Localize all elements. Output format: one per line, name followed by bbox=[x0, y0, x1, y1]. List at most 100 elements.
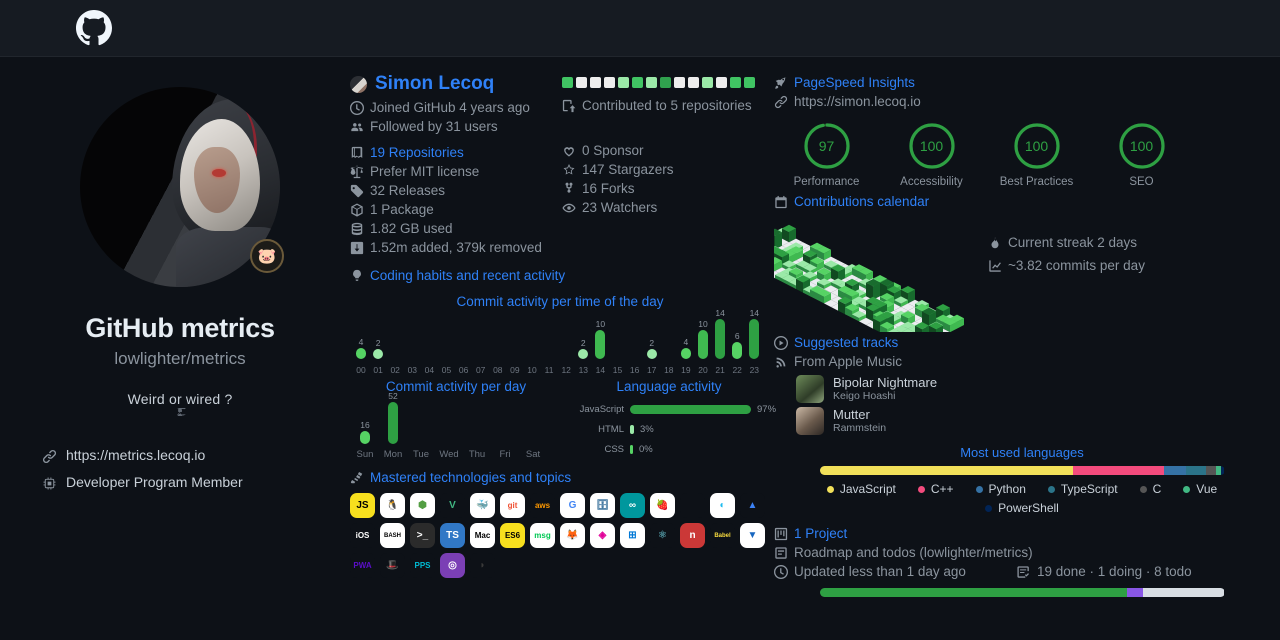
hour-axis-label: 13 bbox=[578, 365, 589, 375]
messenger-icon[interactable]: msg bbox=[530, 523, 555, 548]
javascript-icon[interactable]: JS bbox=[350, 493, 375, 518]
track-artist: Keigo Hoashi bbox=[833, 390, 896, 402]
raspberrypi-icon[interactable]: 🍓 bbox=[650, 493, 675, 518]
gauge-ring: 97 bbox=[801, 120, 853, 172]
contribution-square bbox=[702, 77, 713, 88]
nodejs-icon[interactable]: ⬢ bbox=[410, 493, 435, 518]
linux-icon[interactable]: 🐧 bbox=[380, 493, 405, 518]
thunderstore-icon[interactable]: ◎ bbox=[440, 553, 465, 578]
docker-icon[interactable]: 🐳 bbox=[470, 493, 495, 518]
sidebar-program: Developer Program Member bbox=[20, 473, 340, 491]
most-used-languages-legend: JavaScript C++ Python TypeScript C Vue PowerSh… bbox=[820, 482, 1225, 515]
typescript-icon[interactable]: TS bbox=[440, 523, 465, 548]
hour-bar-value: 14 bbox=[715, 308, 725, 318]
vercel-icon[interactable]: ▲ bbox=[740, 493, 765, 518]
language-activity-row: CSS 0% bbox=[562, 444, 776, 455]
pagespeed-url[interactable]: https://simon.lecoq.io bbox=[774, 92, 1270, 111]
language-activity-rows: JavaScript 97% HTML 3% CSS 0% bbox=[562, 398, 776, 455]
git-icon[interactable]: git bbox=[500, 493, 525, 518]
hour-bar-fill bbox=[732, 342, 743, 359]
ios-icon[interactable]: iOS bbox=[350, 523, 375, 548]
profile-diff-label: 1.52m added, 379k removed bbox=[370, 240, 542, 255]
vue-icon[interactable]: V bbox=[440, 493, 465, 518]
track-item[interactable]: Mutter Rammstein bbox=[774, 407, 1270, 435]
redhat-icon[interactable]: 🎩 bbox=[380, 553, 405, 578]
hour-axis-label: 20 bbox=[698, 365, 708, 375]
pwa-icon[interactable]: PWA bbox=[350, 553, 375, 578]
project-stats: 19 done · 1 doing · 8 todo bbox=[1017, 562, 1192, 581]
contribution-square bbox=[716, 77, 727, 88]
crescent-icon[interactable]: ◗ bbox=[470, 553, 495, 578]
profile-name: Simon Lecoq bbox=[375, 73, 495, 94]
vuetify-icon[interactable]: ▼ bbox=[740, 523, 765, 548]
contribution-square bbox=[618, 77, 629, 88]
tracks-heading[interactable]: Suggested tracks bbox=[774, 333, 1270, 352]
google-icon[interactable]: G bbox=[560, 493, 585, 518]
github-logo-icon[interactable] bbox=[76, 10, 112, 46]
contribution-square bbox=[660, 77, 671, 88]
calendar-streak-label: Current streak 2 days bbox=[1008, 235, 1138, 250]
database-icon[interactable]: 🗄 bbox=[590, 493, 615, 518]
avatar: 🐷 bbox=[80, 87, 284, 287]
hour-axis-label: 08 bbox=[493, 365, 503, 375]
es6-icon[interactable]: ES6 bbox=[500, 523, 525, 548]
hour-bar-fill bbox=[578, 349, 589, 359]
technologies-heading: Mastered technologies and topics bbox=[350, 468, 770, 487]
profile-sponsors-label: 0 Sponsor bbox=[582, 143, 644, 158]
internetexplorer-icon[interactable]: ◐ bbox=[710, 493, 735, 518]
bash-icon[interactable]: BASH bbox=[380, 523, 405, 548]
macos-icon[interactable]: Mac bbox=[470, 523, 495, 548]
terminal-icon[interactable]: >_ bbox=[410, 523, 435, 548]
rss-icon bbox=[776, 357, 786, 368]
project-stats-label: 19 done · 1 doing · 8 todo bbox=[1037, 564, 1192, 579]
profile-sponsors: 0 Sponsor bbox=[562, 141, 770, 160]
people-icon bbox=[351, 123, 363, 132]
babel-icon[interactable]: Babel bbox=[710, 523, 735, 548]
language-activity-bar bbox=[630, 425, 634, 434]
language-activity-title: Language activity bbox=[616, 379, 722, 394]
day-bar-fill bbox=[388, 402, 398, 444]
track-item[interactable]: Bipolar Nightmare Keigo Hoashi bbox=[774, 375, 1270, 403]
windows-icon[interactable]: ⊞ bbox=[620, 523, 645, 548]
flame-icon bbox=[991, 236, 999, 249]
track-name: Bipolar Nightmare bbox=[833, 375, 938, 390]
electron-icon[interactable]: ⚛ bbox=[650, 523, 675, 548]
calendar-heading[interactable]: Contributions calendar bbox=[774, 192, 1270, 211]
pagespeed-heading[interactable]: PageSpeed Insights bbox=[774, 73, 1270, 92]
habits-section-link[interactable]: Commit activity per time of the day Codi… bbox=[350, 266, 770, 285]
hour-chart-title: Commit activity per time of the day bbox=[456, 294, 664, 309]
project-heading[interactable]: 1 Project bbox=[774, 524, 1270, 543]
pps-icon[interactable]: PPS bbox=[410, 553, 435, 578]
language-activity-name: CSS bbox=[604, 444, 624, 455]
aws-icon[interactable]: aws bbox=[530, 493, 555, 518]
hour-bar-value: 10 bbox=[698, 319, 708, 329]
link-icon bbox=[42, 449, 57, 464]
language-legend-item: TypeScript bbox=[1047, 482, 1118, 496]
sidebar-website[interactable]: https://metrics.lecoq.io bbox=[20, 446, 340, 464]
tracks-heading-label: Suggested tracks bbox=[794, 335, 899, 350]
graphql-icon[interactable]: ◈ bbox=[590, 523, 615, 548]
profile-name-row[interactable]: Simon Lecoq bbox=[350, 73, 562, 95]
npm-icon[interactable]: n bbox=[680, 523, 705, 548]
profile-disk-label: 1.82 GB used bbox=[370, 221, 453, 236]
star-icon bbox=[563, 164, 575, 175]
pagespeed-heading-label: PageSpeed Insights bbox=[794, 75, 915, 90]
profile-repositories[interactable]: 19 Repositories bbox=[350, 143, 562, 162]
clock-icon bbox=[350, 101, 364, 115]
language-segment bbox=[1221, 466, 1225, 475]
hour-bar: 10 bbox=[698, 319, 708, 359]
profile-releases-label: 32 Releases bbox=[370, 183, 446, 198]
profile-forks-label: 16 Forks bbox=[582, 181, 635, 196]
firefox-icon[interactable]: 🦊 bbox=[560, 523, 585, 548]
avatar-badge-icon: 🐷 bbox=[250, 239, 284, 273]
arduino-icon[interactable]: ∞ bbox=[620, 493, 645, 518]
hour-bar-value: 2 bbox=[649, 338, 655, 348]
hour-axis-label: 02 bbox=[390, 365, 400, 375]
profile-joined: Joined GitHub 4 years ago bbox=[350, 98, 562, 117]
note-icon bbox=[775, 547, 787, 559]
hour-axis-label: 03 bbox=[407, 365, 418, 375]
track-artist: Rammstein bbox=[833, 422, 887, 434]
most-used-languages-title: Most used languages bbox=[960, 445, 1084, 460]
github-icon[interactable] bbox=[680, 493, 705, 518]
calendar-icon bbox=[775, 195, 787, 209]
